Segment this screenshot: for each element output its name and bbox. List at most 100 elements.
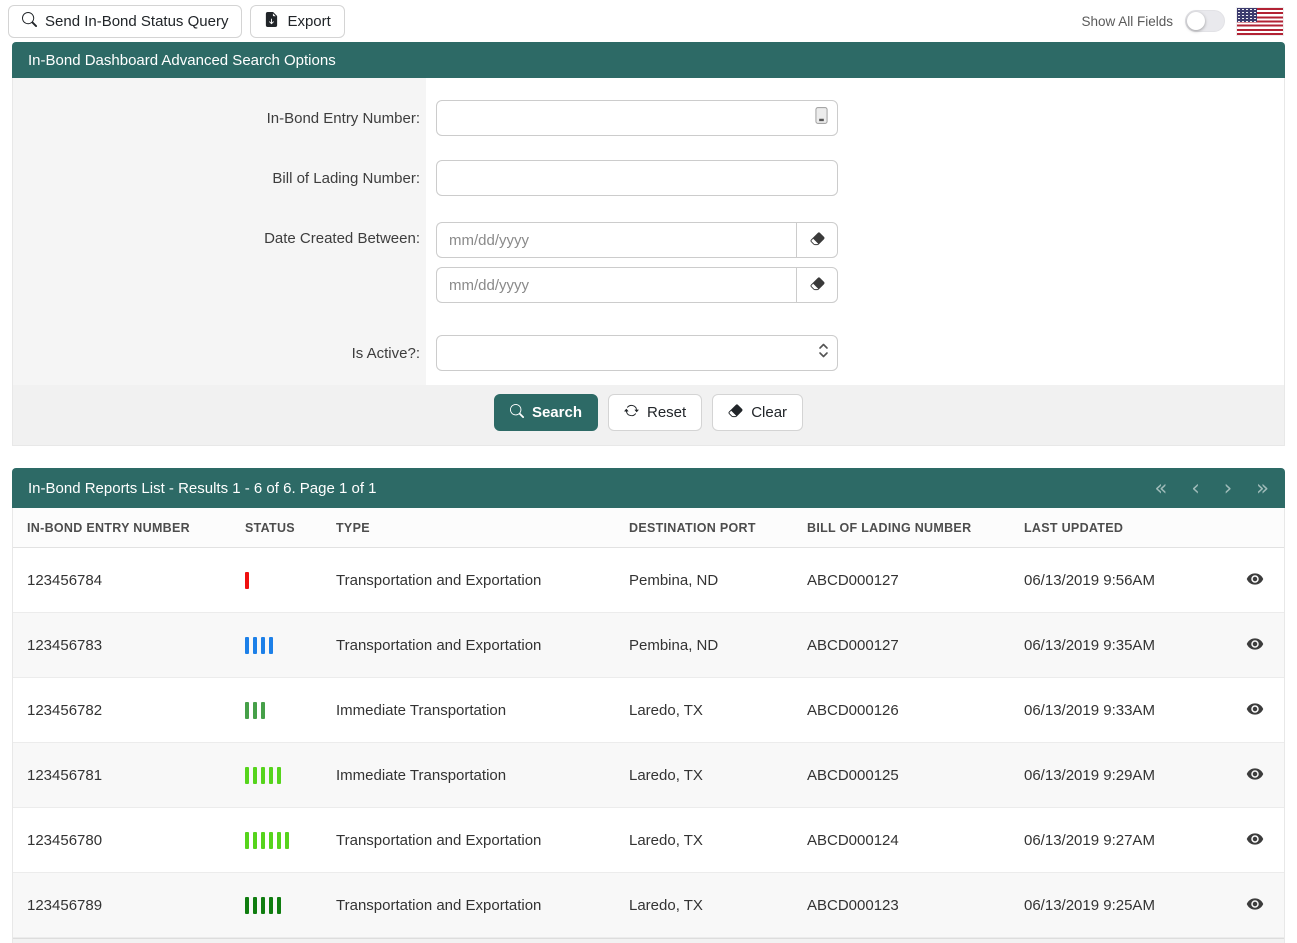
cell-bol: ABCD000126 [797,678,1014,743]
cell-updated: 06/13/2019 9:27AM [1014,808,1214,873]
cell-type: Transportation and Exportation [326,873,619,938]
refresh-icon [624,403,639,422]
cell-destination: Laredo, TX [619,743,797,808]
cell-type: Immediate Transportation [326,678,619,743]
entry-number-label: In-Bond Entry Number: [13,100,436,136]
cell-type: Transportation and Exportation [326,548,619,613]
date-from-input[interactable] [436,222,796,258]
cell-destination: Pembina, ND [619,613,797,678]
cell-updated: 06/13/2019 9:25AM [1014,873,1214,938]
clear-button[interactable]: Clear [712,394,803,431]
view-details-button[interactable] [1244,763,1266,785]
status-bars [235,743,326,808]
status-bars [235,808,326,873]
header-pagination: « ‹ › » [1154,478,1269,499]
reports-list-title: In-Bond Reports List - Results 1 - 6 of … [28,480,377,497]
date-to-input[interactable] [436,267,796,303]
show-all-fields-toggle[interactable] [1185,10,1225,32]
is-active-label: Is Active?: [13,335,436,371]
cell-updated: 06/13/2019 9:33AM [1014,678,1214,743]
eye-icon [1246,635,1264,653]
clear-button-label: Clear [751,404,787,421]
date-from-clear-button[interactable] [796,222,838,258]
col-destination-port: DESTINATION PORT [619,508,797,548]
table-row: 123456783 Transportation and Exportation… [13,613,1284,678]
col-actions [1214,508,1284,548]
advanced-search-header: In-Bond Dashboard Advanced Search Option… [12,42,1285,78]
view-details-button[interactable] [1244,893,1266,915]
cell-entry: 123456782 [13,678,235,743]
next-page-icon[interactable]: › [1224,478,1232,499]
reports-table: IN-BOND ENTRY NUMBER STATUS TYPE DESTINA… [13,508,1284,938]
cell-type: Transportation and Exportation [326,613,619,678]
search-actions-bar: Search Reset Clear [13,385,1284,445]
eraser-icon [728,403,743,422]
search-icon [510,404,524,422]
eraser-icon [810,276,825,294]
bol-input[interactable] [436,160,838,196]
eraser-icon [810,231,825,249]
table-row: 123456781 Immediate Transportation Lared… [13,743,1284,808]
search-icon [22,12,37,31]
status-bars [235,678,326,743]
toggle-knob [1187,12,1205,30]
cell-entry: 123456783 [13,613,235,678]
file-download-icon [264,12,279,31]
eye-icon [1246,700,1264,718]
col-last-updated: LAST UPDATED [1014,508,1214,548]
prev-page-icon[interactable]: ‹ [1191,478,1199,499]
is-active-select[interactable] [436,335,838,371]
cell-entry: 123456789 [13,873,235,938]
cell-updated: 06/13/2019 9:56AM [1014,548,1214,613]
bol-label: Bill of Lading Number: [13,160,436,196]
entry-number-input[interactable] [436,100,838,136]
send-status-query-label: Send In-Bond Status Query [45,13,228,30]
eye-icon [1246,830,1264,848]
cell-destination: Laredo, TX [619,808,797,873]
cell-type: Immediate Transportation [326,743,619,808]
us-flag-language-icon[interactable] [1237,8,1283,35]
cell-entry: 123456781 [13,743,235,808]
advanced-search-title: In-Bond Dashboard Advanced Search Option… [28,52,336,69]
send-status-query-button[interactable]: Send In-Bond Status Query [8,5,242,38]
show-all-fields-label: Show All Fields [1081,14,1173,29]
table-row: 123456780 Transportation and Exportation… [13,808,1284,873]
input-field-icon [815,107,828,130]
status-bars [235,613,326,678]
export-button[interactable]: Export [250,5,344,38]
date-created-label: Date Created Between: [13,222,436,303]
status-bars [235,548,326,613]
reports-list-header: In-Bond Reports List - Results 1 - 6 of … [12,468,1285,508]
cell-bol: ABCD000124 [797,808,1014,873]
table-footer: « ‹ › » Results 1 - 6 of 6. Page 1 of 1 [13,938,1284,943]
cell-bol: ABCD000123 [797,873,1014,938]
eye-icon [1246,570,1264,588]
status-bars [235,873,326,938]
col-type: TYPE [326,508,619,548]
first-page-icon[interactable]: « [1154,478,1167,499]
top-toolbar: Send In-Bond Status Query Export Show Al… [0,0,1297,42]
cell-type: Transportation and Exportation [326,808,619,873]
view-details-button[interactable] [1244,828,1266,850]
table-row: 123456784 Transportation and Exportation… [13,548,1284,613]
view-details-button[interactable] [1244,633,1266,655]
col-entry-number: IN-BOND ENTRY NUMBER [13,508,235,548]
cell-destination: Pembina, ND [619,548,797,613]
inbond-reports-panel: In-Bond Reports List - Results 1 - 6 of … [12,468,1285,943]
view-details-button[interactable] [1244,568,1266,590]
view-details-button[interactable] [1244,698,1266,720]
eye-icon [1246,895,1264,913]
last-page-icon[interactable]: » [1256,478,1269,499]
date-to-clear-button[interactable] [796,267,838,303]
col-status: STATUS [235,508,326,548]
reset-button[interactable]: Reset [608,394,702,431]
col-bol-number: BILL OF LADING NUMBER [797,508,1014,548]
cell-updated: 06/13/2019 9:29AM [1014,743,1214,808]
search-button-label: Search [532,404,582,421]
cell-bol: ABCD000125 [797,743,1014,808]
search-button[interactable]: Search [494,394,598,431]
cell-bol: ABCD000127 [797,548,1014,613]
cell-updated: 06/13/2019 9:35AM [1014,613,1214,678]
cell-bol: ABCD000127 [797,613,1014,678]
export-label: Export [287,13,330,30]
